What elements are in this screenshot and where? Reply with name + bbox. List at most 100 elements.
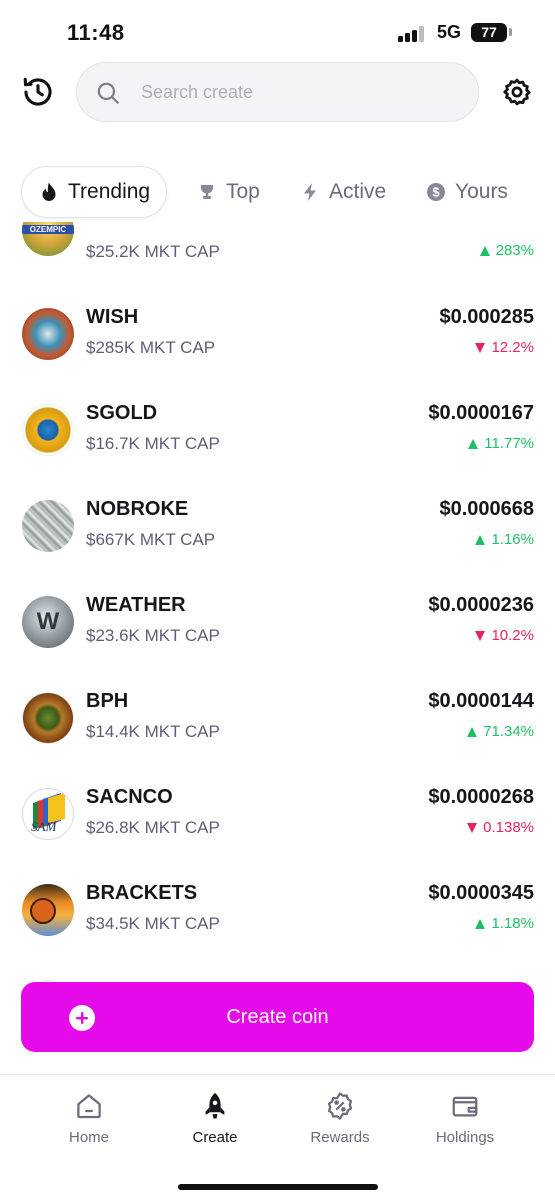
nav-create[interactable]: Create — [160, 1091, 270, 1146]
tab-yours-label: Yours — [455, 180, 508, 203]
nav-rewards[interactable]: Rewards — [285, 1091, 395, 1146]
tab-yours[interactable]: $ Yours — [425, 166, 508, 218]
up-arrow-icon — [467, 726, 478, 737]
coin-change: 71.34% — [467, 723, 534, 740]
coin-name: SGOLD — [86, 402, 158, 424]
tab-trending-label: Trending — [68, 180, 151, 203]
coin-change-value: 1.16% — [491, 531, 534, 548]
up-arrow-icon — [475, 918, 486, 929]
coin-change-value: 71.34% — [483, 723, 534, 740]
coin-name: BRACKETS — [86, 882, 198, 904]
tab-active-label: Active — [329, 180, 387, 203]
coin-name: SACNCO — [86, 786, 173, 808]
coin-change: 0.138% — [467, 819, 534, 836]
nav-holdings[interactable]: Holdings — [410, 1091, 520, 1146]
coin-avatar: SAM — [22, 788, 74, 840]
coin-change: 1.18% — [475, 915, 534, 932]
coin-market-cap: $26.8K MKT CAP — [86, 818, 220, 837]
coin-change-value: 11.77% — [484, 435, 534, 452]
coin-price: $0.0000144 — [428, 690, 534, 712]
up-arrow-icon — [475, 534, 486, 545]
nav-create-label: Create — [192, 1129, 238, 1146]
coin-avatar — [22, 692, 74, 744]
status-time: 11:48 — [67, 20, 125, 45]
list-item[interactable]: SAM SACNCO $26.8K MKT CAP $0.0000268 0.1… — [0, 768, 555, 864]
list-item[interactable]: BPH $14.4K MKT CAP $0.0000144 71.34% — [0, 672, 555, 768]
coin-change: 11.77% — [468, 435, 534, 452]
trophy-icon — [196, 181, 218, 203]
coin-change: 283% — [479, 242, 534, 259]
coin-avatar: OZEMPIC — [22, 222, 74, 256]
coin-avatar — [22, 404, 74, 456]
coin-change: 10.2% — [475, 627, 534, 644]
list-item[interactable]: SGOLD $16.7K MKT CAP $0.0000167 11.77% — [0, 384, 555, 480]
battery-tip — [509, 28, 512, 36]
gear-icon — [503, 78, 531, 106]
flame-icon — [38, 181, 60, 203]
coin-market-cap: $667K MKT CAP — [86, 530, 216, 549]
tab-top-label: Top — [226, 180, 260, 203]
bolt-icon — [299, 181, 321, 203]
coin-avatar-glyph: W — [36, 608, 60, 635]
history-button[interactable] — [20, 74, 56, 110]
list-item[interactable]: NOBROKE $667K MKT CAP $0.000668 1.16% — [0, 480, 555, 576]
coin-price: $0.000285 — [439, 306, 534, 328]
search-icon — [97, 82, 119, 104]
tab-active[interactable]: Active — [299, 166, 386, 218]
coin-change-value: 12.2% — [491, 339, 534, 356]
percent-badge-icon — [327, 1092, 353, 1120]
home-icon — [77, 1094, 101, 1119]
nav-rewards-label: Rewards — [310, 1129, 370, 1146]
tab-trending[interactable]: Trending — [21, 166, 168, 218]
bottom-nav: Home Create Rewards Holdings — [0, 1074, 555, 1200]
down-arrow-icon — [467, 822, 478, 833]
nav-home[interactable]: Home — [34, 1091, 144, 1146]
coin-price: $0.000668 — [439, 498, 534, 520]
coin-avatar-label: SAM — [31, 819, 57, 834]
coin-avatar — [22, 884, 74, 936]
create-coin-button[interactable]: Create coin — [21, 982, 534, 1052]
coin-avatar — [22, 308, 74, 360]
list-item[interactable]: WISH $285K MKT CAP $0.000285 12.2% — [0, 288, 555, 384]
coin-change: 12.2% — [475, 339, 534, 356]
coin-price: $0.0000268 — [428, 786, 534, 808]
coin-market-cap: $14.4K MKT CAP — [86, 722, 220, 741]
list-item[interactable]: W WEATHER $23.6K MKT CAP $0.0000236 10.2… — [0, 576, 555, 672]
coin-name: BPH — [86, 690, 129, 712]
cellular-signal-icon — [398, 26, 428, 42]
list-item[interactable]: OZEMPIC $25.2K MKT CAP 283% — [0, 222, 555, 288]
coin-change: 1.16% — [475, 531, 534, 548]
coin-change-value: 1.18% — [491, 915, 534, 932]
filter-tabs: Trending Top Active $ Yours — [0, 160, 555, 222]
coin-price: $0.0000345 — [428, 882, 534, 904]
coin-name: WISH — [86, 306, 139, 328]
list-item[interactable]: BRACKETS $34.5K MKT CAP $0.0000345 1.18% — [0, 864, 555, 960]
coin-name: WEATHER — [86, 594, 186, 616]
down-arrow-icon — [475, 342, 486, 353]
coin-market-cap: $34.5K MKT CAP — [86, 914, 220, 933]
battery-icon: 77 — [471, 23, 507, 42]
battery-level: 77 — [481, 24, 497, 40]
down-arrow-icon — [475, 630, 486, 641]
search-input[interactable] — [141, 63, 461, 121]
coin-change-value: 283% — [495, 242, 534, 259]
network-type: 5G — [437, 22, 462, 42]
coin-change-value: 0.138% — [483, 819, 534, 836]
rocket-icon — [205, 1092, 225, 1119]
coin-avatar-label: OZEMPIC — [22, 225, 74, 234]
history-icon — [23, 77, 52, 106]
nav-home-label: Home — [68, 1129, 109, 1146]
home-indicator — [178, 1184, 378, 1190]
svg-text:$: $ — [432, 185, 440, 200]
search-bar[interactable] — [76, 62, 479, 122]
coin-market-cap: $23.6K MKT CAP — [86, 626, 220, 645]
coin-name: NOBROKE — [86, 498, 189, 520]
create-coin-label: Create coin — [226, 1005, 329, 1028]
coin-market-cap: $16.7K MKT CAP — [86, 434, 220, 453]
settings-button[interactable] — [499, 74, 535, 110]
tab-top[interactable]: Top — [196, 166, 260, 218]
coin-avatar — [22, 500, 74, 552]
coin-avatar: W — [22, 596, 74, 648]
coin-market-cap: $25.2K MKT CAP — [86, 242, 220, 261]
up-arrow-icon — [468, 438, 479, 449]
